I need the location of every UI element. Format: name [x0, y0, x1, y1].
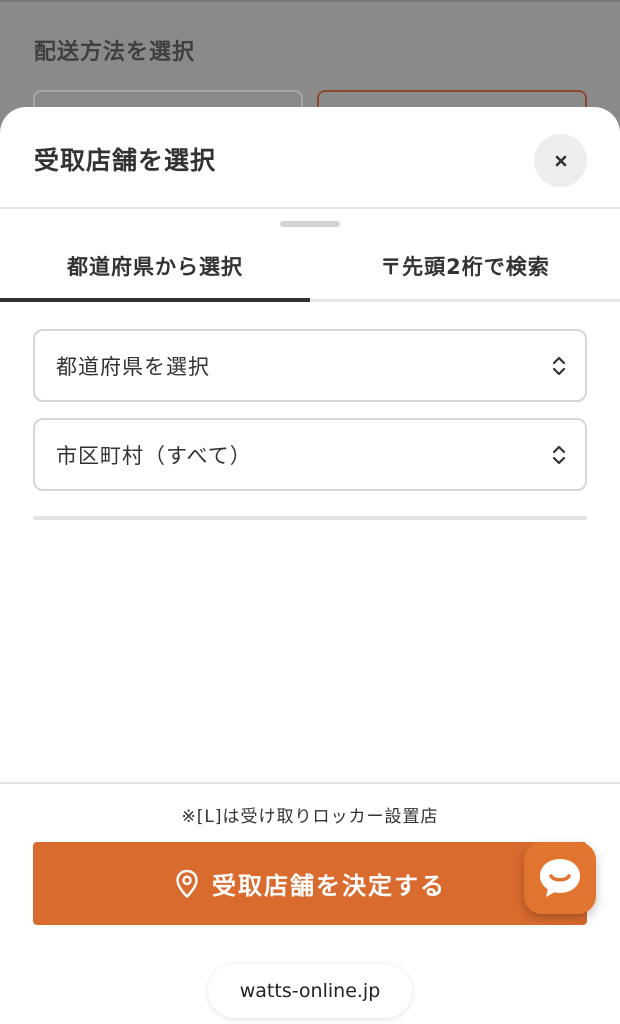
locker-note: ※[L]は受け取りロッカー設置店 — [181, 807, 439, 827]
results-divider — [33, 516, 587, 520]
close-icon — [555, 155, 566, 166]
chevron-up-down-icon — [552, 445, 566, 464]
chat-icon — [540, 859, 580, 897]
browser-url-bar[interactable]: watts-online.jp — [208, 964, 412, 1018]
tab-postal-code[interactable]: 〒先頭2桁で検索 — [310, 231, 620, 301]
tab-prefecture[interactable]: 都道府県から選択 — [0, 231, 310, 301]
browser-url-text: watts-online.jp — [239, 980, 381, 1002]
close-button[interactable] — [534, 134, 587, 187]
prefecture-select[interactable]: 都道府県を選択 — [33, 329, 587, 402]
footer-divider — [0, 782, 620, 784]
map-pin-icon — [176, 869, 198, 898]
background-top-border — [0, 0, 620, 2]
chat-button[interactable] — [524, 842, 596, 914]
sheet-title: 受取店舗を選択 — [34, 146, 217, 175]
page: 配送方法を選択 受取店舗を選択 都道府県から選択 〒先頭2桁で検索 都道府県を選… — [0, 0, 620, 1024]
confirm-store-button[interactable]: 受取店舗を決定する — [33, 842, 587, 925]
store-select-sheet: 受取店舗を選択 都道府県から選択 〒先頭2桁で検索 都道府県を選択 市区町村（す… — [0, 107, 620, 947]
city-select[interactable]: 市区町村（すべて） — [33, 418, 587, 491]
header-divider — [0, 207, 620, 209]
prefecture-select-value: 都道府県を選択 — [56, 354, 210, 379]
sheet-grab-handle[interactable] — [280, 221, 340, 227]
confirm-store-label: 受取店舗を決定する — [212, 872, 446, 900]
chevron-up-down-icon — [552, 356, 566, 375]
background-section-title: 配送方法を選択 — [34, 40, 196, 65]
city-select-value: 市区町村（すべて） — [56, 443, 252, 468]
active-tab-indicator — [0, 298, 310, 302]
